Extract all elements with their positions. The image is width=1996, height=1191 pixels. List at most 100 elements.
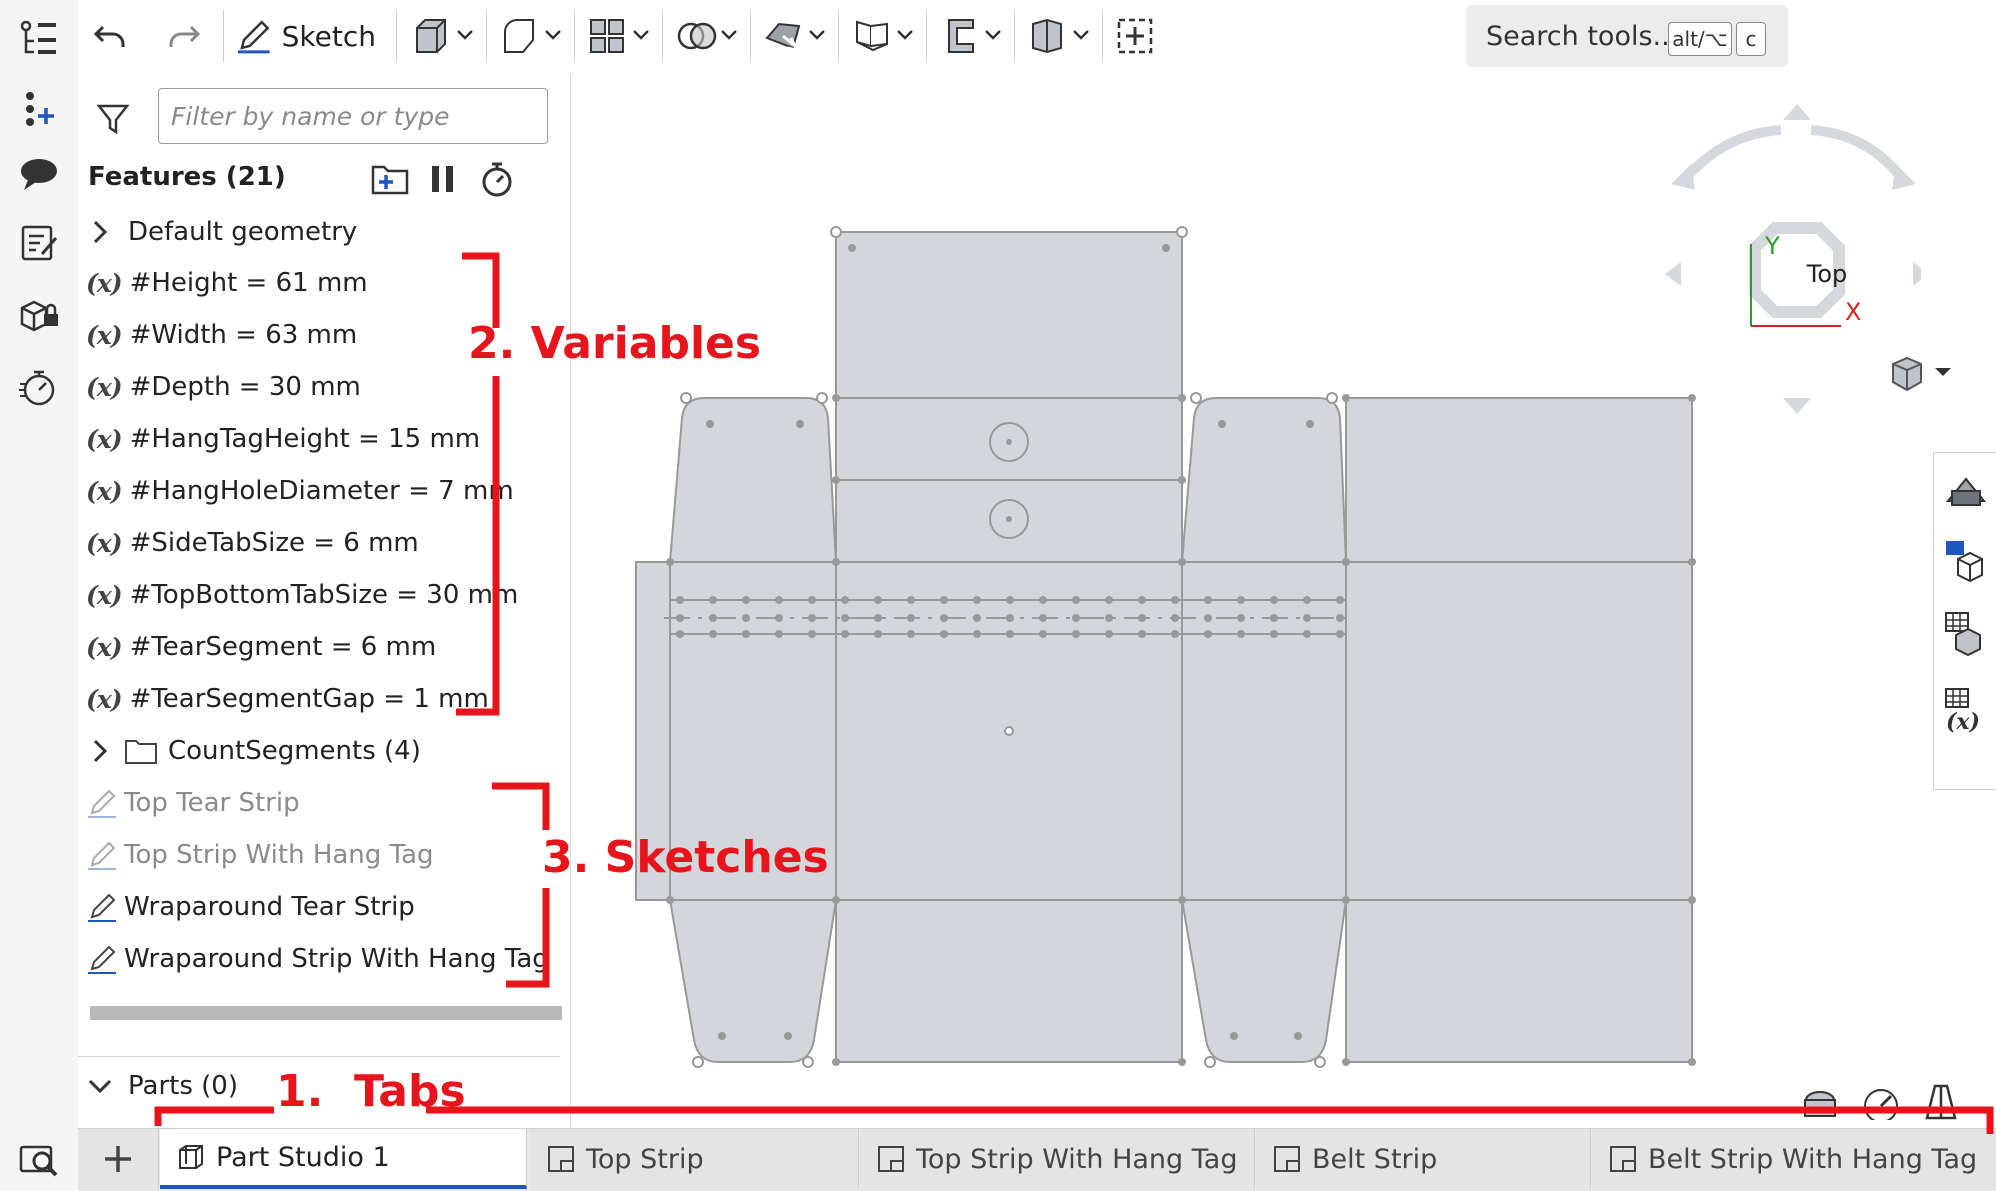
pause-icon[interactable] bbox=[428, 162, 458, 200]
search-tools-button[interactable]: Search tools... alt/⌥ c bbox=[1466, 5, 1788, 67]
feature-default-geometry[interactable]: Default geometry bbox=[86, 212, 357, 252]
variable-item[interactable]: (x) #HangTagHeight = 15 mm bbox=[86, 419, 480, 459]
chevron-down-icon[interactable] bbox=[1070, 24, 1092, 46]
variable-item[interactable]: (x) #Width = 63 mm bbox=[86, 315, 357, 355]
sketch-icon bbox=[88, 893, 116, 922]
sketch-button[interactable]: Sketch bbox=[236, 10, 376, 62]
plane-icon[interactable] bbox=[848, 10, 894, 62]
shortcut-c-key: c bbox=[1736, 22, 1766, 56]
feature-list-panel: Features (21) Default geometry (x)#Heigh… bbox=[78, 74, 571, 1129]
folder-countsegments[interactable]: CountSegments (4) bbox=[86, 731, 421, 771]
chevron-down-icon[interactable] bbox=[894, 24, 916, 46]
tab-belt-strip[interactable]: Belt Strip bbox=[1256, 1129, 1591, 1189]
gauge-icon[interactable] bbox=[1861, 1084, 1901, 1124]
sketch-item[interactable]: Top Strip With Hang Tag bbox=[86, 835, 434, 875]
shortcut-alt-key: alt/⌥ bbox=[1668, 22, 1732, 56]
sketch-item[interactable]: Top Tear Strip bbox=[86, 783, 300, 823]
surface-icon[interactable] bbox=[1024, 10, 1070, 62]
graphics-viewport[interactable]: Y X Top (x) bbox=[571, 74, 1996, 1128]
drawing-icon bbox=[548, 1146, 574, 1172]
variable-icon: (x) bbox=[86, 684, 123, 714]
sketch-icon bbox=[88, 789, 116, 818]
chevron-down-icon[interactable] bbox=[454, 24, 476, 46]
extrude-icon[interactable] bbox=[408, 10, 454, 62]
document-tabs-bar: Part Studio 1 Top Strip Top Strip With H… bbox=[78, 1128, 1996, 1191]
tab-belt-strip-with-hang-tag[interactable]: Belt Strip With Hang Tag bbox=[1592, 1129, 1996, 1189]
chevron-down-icon[interactable] bbox=[86, 1072, 114, 1100]
tab-top-strip-with-hang-tag[interactable]: Top Strip With Hang Tag bbox=[860, 1129, 1255, 1189]
axis-x-label: X bbox=[1845, 298, 1862, 326]
drawing-icon bbox=[1610, 1146, 1636, 1172]
variable-item[interactable]: (x) #TopBottomTabSize = 30 mm bbox=[86, 575, 518, 615]
filter-icon[interactable] bbox=[96, 102, 130, 140]
rollback-bar[interactable] bbox=[90, 1006, 562, 1020]
parts-list-header[interactable]: Parts (0) bbox=[86, 1066, 238, 1106]
section-view-icon[interactable] bbox=[1921, 1082, 1961, 1126]
variable-icon: (x) bbox=[86, 580, 123, 610]
variable-item[interactable]: (x) #TearSegmentGap = 1 mm bbox=[86, 679, 489, 719]
add-tab-button[interactable] bbox=[78, 1129, 159, 1189]
left-icon-rail bbox=[0, 0, 79, 1190]
add-custom-feature-icon[interactable] bbox=[1112, 10, 1158, 62]
drawing-icon bbox=[1274, 1146, 1300, 1172]
variable-icon: (x) bbox=[86, 372, 123, 402]
variable-icon: (x) bbox=[86, 476, 123, 506]
chevron-down-icon[interactable] bbox=[982, 24, 1004, 46]
configurations-icon[interactable] bbox=[1942, 609, 1990, 661]
chevron-right-icon[interactable] bbox=[86, 737, 114, 765]
chevron-down-icon[interactable] bbox=[718, 24, 740, 46]
pencil-icon bbox=[237, 20, 270, 54]
svg-text:(x): (x) bbox=[1946, 709, 1980, 733]
fillet-icon[interactable] bbox=[496, 10, 542, 62]
chevron-right-icon[interactable] bbox=[86, 218, 114, 246]
drawing-icon bbox=[878, 1146, 904, 1172]
boolean-icon[interactable] bbox=[672, 10, 722, 62]
sketch-item[interactable]: Wraparound Strip With Hang Tag bbox=[86, 939, 549, 979]
stopwatch-icon[interactable] bbox=[478, 160, 516, 202]
appearance-icon[interactable] bbox=[1942, 465, 1990, 517]
timer-icon[interactable] bbox=[14, 362, 64, 412]
part-studio-icon bbox=[179, 1145, 203, 1169]
variable-item[interactable]: (x) #Depth = 30 mm bbox=[86, 367, 361, 407]
chevron-down-icon[interactable] bbox=[806, 24, 828, 46]
variable-icon: (x) bbox=[86, 528, 123, 558]
sketch-item[interactable]: Wraparound Tear Strip bbox=[86, 887, 415, 927]
sketch-label: Sketch bbox=[281, 19, 376, 53]
insert-feature-icon[interactable] bbox=[14, 84, 64, 134]
plus-icon bbox=[105, 1146, 131, 1172]
view-options-dropdown[interactable] bbox=[1885, 354, 1965, 402]
measure-icon[interactable] bbox=[1801, 1086, 1839, 1124]
search-tools-label: Search tools... bbox=[1486, 21, 1679, 52]
view-cube-face-label: Top bbox=[1806, 260, 1848, 288]
view-cube[interactable] bbox=[1661, 94, 1921, 424]
variable-item[interactable]: (x) #HangHoleDiameter = 7 mm bbox=[86, 471, 514, 511]
right-panel-tabs: (x) bbox=[1933, 452, 1996, 790]
search-zoom-icon[interactable] bbox=[14, 1135, 64, 1185]
annotation-variables: 2. Variables bbox=[468, 318, 762, 369]
transform-icon[interactable] bbox=[760, 10, 810, 62]
sketch-icon bbox=[88, 841, 116, 870]
axis-y-label: Y bbox=[1765, 232, 1780, 260]
chevron-down-icon[interactable] bbox=[542, 24, 564, 46]
redo-icon[interactable] bbox=[160, 10, 208, 62]
variable-icon: (x) bbox=[86, 268, 123, 298]
add-folder-icon[interactable] bbox=[370, 162, 410, 200]
variable-item[interactable]: (x) #SideTabSize = 6 mm bbox=[86, 523, 419, 563]
mass-properties-icon[interactable] bbox=[1942, 537, 1990, 589]
tab-part-studio-1[interactable]: Part Studio 1 bbox=[160, 1129, 527, 1189]
variable-table-icon[interactable]: (x) bbox=[1942, 685, 1990, 737]
top-toolbar: Sketch Search tools... alt/⌥ c bbox=[78, 0, 1996, 74]
variable-item[interactable]: (x) #Height = 61 mm bbox=[86, 263, 368, 303]
pattern-icon[interactable] bbox=[584, 10, 630, 62]
chevron-down-icon[interactable] bbox=[630, 24, 652, 46]
tab-top-strip[interactable]: Top Strip bbox=[530, 1129, 859, 1189]
sheet-metal-icon[interactable] bbox=[936, 10, 982, 62]
notes-icon[interactable] bbox=[14, 218, 64, 268]
parts-lock-icon[interactable] bbox=[14, 290, 64, 340]
feature-filter-input[interactable] bbox=[158, 88, 548, 144]
sketch-icon bbox=[88, 945, 116, 974]
variable-item[interactable]: (x) #TearSegment = 6 mm bbox=[86, 627, 436, 667]
undo-icon[interactable] bbox=[86, 10, 134, 62]
comments-icon[interactable] bbox=[14, 150, 64, 200]
feature-list-icon[interactable] bbox=[14, 14, 64, 64]
